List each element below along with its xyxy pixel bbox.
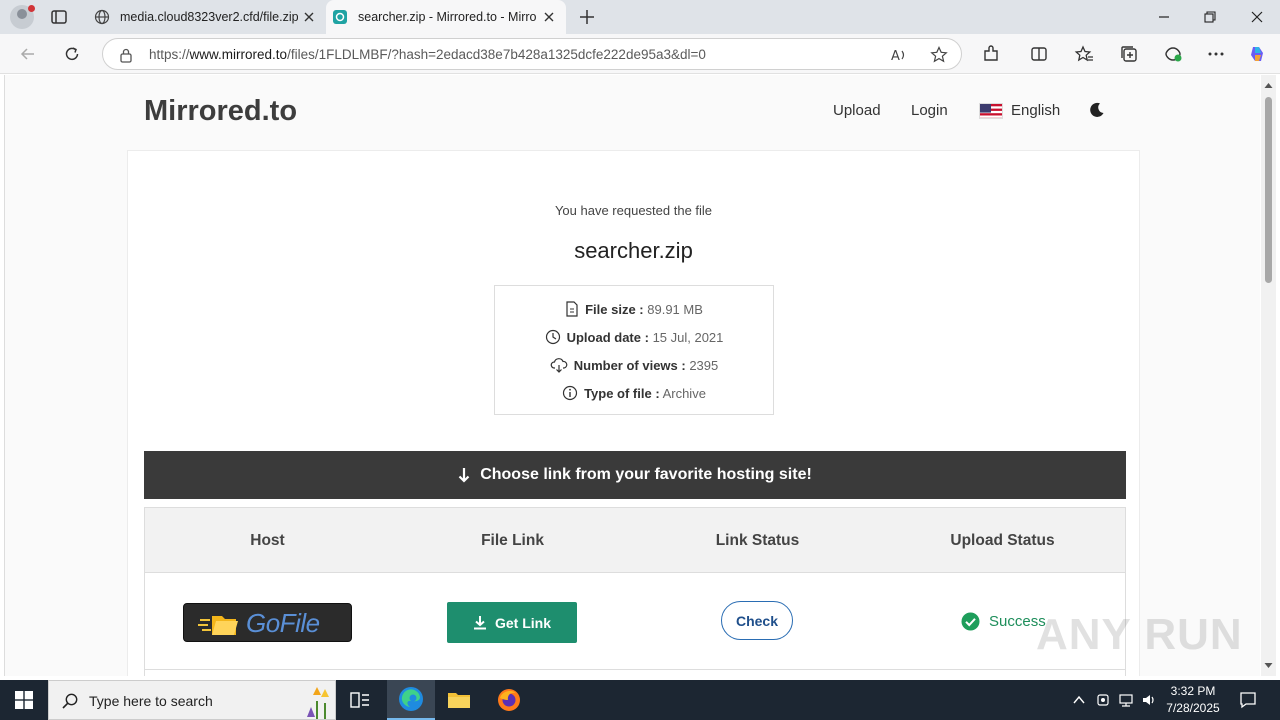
browser-tab-bar: media.cloud8323ver2.cfd/file.zip? search… [0,0,1280,34]
file-info-box: File size : 89.91 MB Upload date : 15 Ju… [494,285,774,415]
search-highlight-flowers-icon [307,687,329,719]
tray-chevron-up-icon[interactable] [1071,692,1087,708]
requested-file-label: You have requested the file [554,203,713,218]
url-text[interactable]: https://www.mirrored.to/files/1FLDLMBF/?… [149,47,706,62]
search-placeholder: Type here to search [89,693,213,709]
arrow-down-icon [458,468,470,483]
upload-status-success: Success [961,612,1046,631]
info-icon [562,385,578,401]
search-icon [62,693,78,709]
get-link-button[interactable]: Get Link [447,602,577,643]
split-screen-icon[interactable] [1029,44,1049,64]
file-type-row: Type of file : Archive [495,385,773,401]
globe-icon [94,9,110,25]
mirrored-favicon-icon [333,10,347,24]
address-bar[interactable]: https://www.mirrored.to/files/1FLDLMBF/?… [102,38,962,70]
us-flag-icon[interactable] [979,103,1003,119]
page-scrollbar[interactable] [1261,75,1276,676]
hosts-table: Host File Link Link Status Upload Status… [144,507,1126,676]
taskbar-file-explorer-button[interactable] [435,680,483,720]
windows-taskbar: Type here to search 3:32 PM 7/28/2025 [0,680,1280,720]
extensions-icon[interactable] [981,44,1001,64]
anyrun-watermark: ANY RUN [1036,610,1243,659]
column-upload-status: Upload Status [950,532,1055,549]
tab-actions-icon[interactable] [50,8,68,26]
upload-date-row: Upload date : 15 Jul, 2021 [495,329,773,345]
tab-media-cloud[interactable]: media.cloud8323ver2.cfd/file.zip? [88,0,326,34]
language-selector[interactable]: English [1011,102,1060,119]
scroll-up-icon[interactable] [1264,81,1273,90]
column-file-link: File Link [481,532,544,549]
windows-start-icon[interactable] [15,691,33,709]
tab-title: searcher.zip - Mirrored.to - Mirror [358,10,536,24]
site-logo[interactable]: Mirrored.to [144,95,297,128]
browser-essentials-icon[interactable] [1163,44,1183,64]
file-icon [566,301,578,317]
banner-text: Choose link from your favorite hosting s… [480,466,812,483]
firefox-icon [498,689,520,711]
close-window-icon[interactable] [1246,6,1268,28]
collections-icon[interactable] [1119,44,1139,64]
volume-icon[interactable] [1141,692,1157,708]
cloud-download-icon [550,358,568,373]
nav-upload-link[interactable]: Upload [833,102,881,119]
file-size-row: File size : 89.91 MB [495,301,773,317]
browser-toolbar: https://www.mirrored.to/files/1FLDLMBF/?… [0,34,1280,74]
file-card: You have requested the file searcher.zip… [127,150,1140,676]
profile-avatar-icon[interactable] [10,5,35,29]
favorite-star-icon[interactable] [929,45,949,65]
tray-device-icon[interactable] [1095,692,1111,708]
dark-mode-moon-icon[interactable] [1088,101,1106,119]
close-tab-icon[interactable] [542,10,556,24]
close-tab-icon[interactable] [302,10,316,24]
notifications-icon[interactable] [1239,691,1257,709]
taskbar-edge-button[interactable] [387,680,435,720]
taskbar-firefox-button[interactable] [485,680,533,720]
table-header: Host File Link Link Status Upload Status [145,508,1125,573]
lock-icon[interactable] [119,47,133,63]
taskbar-search-box[interactable]: Type here to search [48,680,336,720]
check-link-button[interactable]: Check [721,601,793,640]
clock-time: 3:32 PM [1170,684,1216,698]
clock-icon [545,329,560,345]
more-options-icon[interactable] [1206,44,1226,64]
get-link-label: Get Link [494,614,551,631]
gofile-logo[interactable]: GoFile [183,603,352,642]
task-view-button[interactable] [336,680,384,720]
column-link-status: Link Status [715,532,800,549]
nav-login-link[interactable]: Login [911,102,948,119]
new-tab-icon[interactable] [578,8,596,26]
read-aloud-icon[interactable]: A [889,45,909,65]
gofile-logo-text: GoFile [246,608,320,638]
tab-mirrored[interactable]: searcher.zip - Mirrored.to - Mirror [326,0,566,34]
edge-icon [399,687,423,711]
network-icon[interactable] [1118,692,1134,708]
folder-icon [198,616,238,635]
back-icon[interactable] [18,44,38,64]
taskbar-clock[interactable]: 3:32 PM 7/28/2025 [1160,683,1226,717]
clock-date: 7/28/2025 [1166,701,1220,715]
column-host: Host [250,532,285,549]
folder-icon [448,693,470,708]
favorites-icon[interactable] [1074,44,1094,64]
task-view-icon [350,692,369,708]
row-divider [145,669,1125,670]
scrollbar-thumb[interactable] [1265,97,1272,283]
minimize-icon[interactable] [1153,6,1175,28]
scroll-down-icon[interactable] [1264,661,1273,670]
tab-title: media.cloud8323ver2.cfd/file.zip? [120,10,298,24]
restore-icon[interactable] [1199,6,1221,28]
views-row: Number of views : 2395 [495,357,773,373]
copilot-icon[interactable] [1247,44,1267,64]
web-page: Mirrored.to Upload Login English You hav… [4,75,1260,676]
refresh-icon[interactable] [62,44,82,64]
check-circle-icon [961,612,980,631]
download-icon [473,616,486,630]
choose-host-banner: Choose link from your favorite hosting s… [144,451,1126,499]
file-name-title: searcher.zip [574,238,693,263]
svg-text:A: A [891,49,900,64]
